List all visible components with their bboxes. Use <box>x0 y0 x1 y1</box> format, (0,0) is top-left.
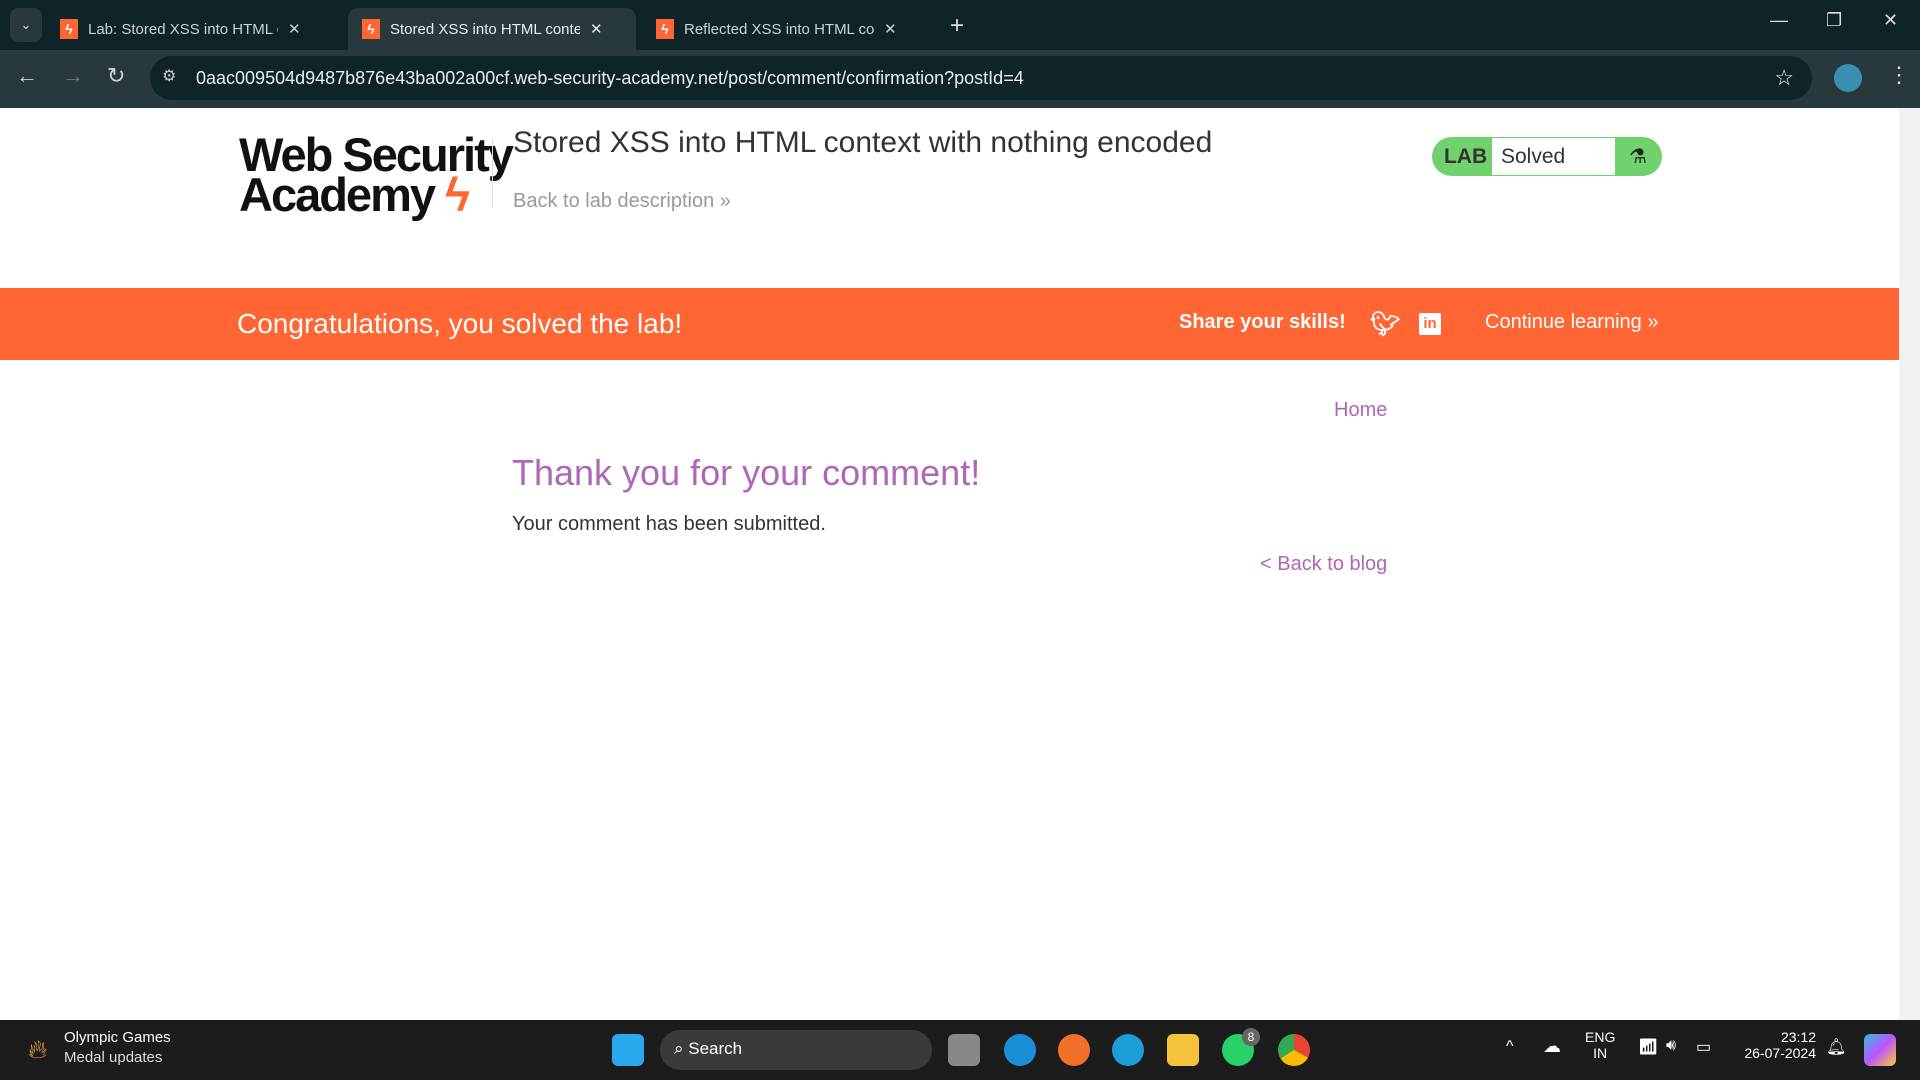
chevron-double-right-icon: » <box>719 190 731 212</box>
notification-bell-icon[interactable]: 🔔︎ <box>1826 1037 1846 1057</box>
home-link[interactable]: Home <box>1334 399 1387 422</box>
solved-banner: Congratulations, you solved the lab! Sha… <box>0 288 1899 360</box>
taskbar: 🔥︎ Olympic Games Medal updates ⌕ Search … <box>0 1020 1920 1080</box>
chevron-up-icon[interactable]: ^ <box>1506 1038 1514 1056</box>
profile-avatar[interactable] <box>1834 64 1862 92</box>
restore-button[interactable]: ❐ <box>1826 10 1842 31</box>
lab-title: Stored XSS into HTML context with nothin… <box>513 126 1213 159</box>
menu-icon[interactable]: ⋮ <box>1888 62 1910 88</box>
site-info-icon[interactable]: ⚙ <box>162 66 176 86</box>
tab-lab-description[interactable]: ϟLab: Stored XSS into HTML cont✕ <box>46 8 315 50</box>
reload-icon[interactable]: ↻ <box>107 63 125 89</box>
clock[interactable]: 23:12 26-07-2024 <box>1738 1029 1816 1061</box>
close-tab-icon[interactable]: ✕ <box>884 20 897 38</box>
task-view-icon[interactable] <box>948 1034 980 1066</box>
chrome-icon[interactable] <box>1278 1034 1310 1066</box>
linkedin-icon[interactable]: in <box>1419 313 1441 335</box>
copilot-icon[interactable] <box>1864 1034 1896 1066</box>
close-tab-icon[interactable]: ✕ <box>590 20 603 38</box>
tab-list-button[interactable]: ⌄ <box>10 8 42 42</box>
battery-icon[interactable]: ▭ <box>1696 1037 1711 1057</box>
tab-bar: ⌄ ϟLab: Stored XSS into HTML cont✕ ϟStor… <box>0 0 1920 50</box>
bookmark-star-icon[interactable]: ☆ <box>1774 65 1794 91</box>
torch-icon: 🔥︎ <box>28 1034 48 1064</box>
file-explorer-icon[interactable] <box>1167 1034 1199 1066</box>
page: Web Security Academy ϟ Stored XSS into HT… <box>0 108 1899 1020</box>
notification-badge: 8 <box>1242 1028 1260 1046</box>
onedrive-icon[interactable]: ☁ <box>1543 1036 1561 1057</box>
widget-title[interactable]: Olympic Games <box>64 1029 171 1046</box>
tab-reflected[interactable]: ϟReflected XSS into HTML contex✕ <box>642 8 911 50</box>
scrollbar[interactable] <box>1899 108 1920 1020</box>
twitter-icon[interactable]: 🐦︎ <box>1370 310 1400 339</box>
lab-status-badge: LAB Solved ⚗ <box>1432 137 1662 176</box>
tab-active[interactable]: ϟStored XSS into HTML context w✕ <box>348 8 636 50</box>
favicon-icon: ϟ <box>60 19 78 39</box>
back-to-lab-description-link[interactable]: Back to lab description » <box>513 190 731 213</box>
submitted-message: Your comment has been submitted. <box>512 513 826 535</box>
search-icon: ⌕ <box>674 1039 684 1058</box>
web-security-academy-logo[interactable]: Web Security Academy ϟ <box>239 131 514 218</box>
congratulations-text: Congratulations, you solved the lab! <box>237 308 683 339</box>
whatsapp-icon[interactable]: 8 <box>1222 1028 1260 1066</box>
url-input[interactable]: ⚙ 0aac009504d9487b876e43ba002a00cf.web-s… <box>150 56 1812 100</box>
favicon-icon: ϟ <box>656 19 674 39</box>
help-app-icon[interactable] <box>1004 1034 1036 1066</box>
back-to-blog-link[interactable]: < Back to blog <box>1260 553 1387 576</box>
divider <box>492 138 493 208</box>
share-label: Share your skills! <box>1179 311 1346 333</box>
close-tab-icon[interactable]: ✕ <box>288 20 301 38</box>
flask-check-icon: ⚗ <box>1629 146 1647 168</box>
close-window-button[interactable]: ✕ <box>1883 10 1898 31</box>
language-indicator[interactable]: ENG IN <box>1585 1029 1615 1061</box>
address-bar-row: ← → ↻ ⚙ 0aac009504d9487b876e43ba002a00cf… <box>0 50 1920 108</box>
volume-icon[interactable]: 🔊︎ <box>1666 1037 1676 1055</box>
minimize-button[interactable]: — <box>1770 10 1788 31</box>
firefox-icon[interactable] <box>1058 1034 1090 1066</box>
new-tab-button[interactable]: + <box>950 12 964 40</box>
continue-learning-link[interactable]: Continue learning » <box>1485 311 1658 334</box>
widget-subtitle[interactable]: Medal updates <box>64 1049 162 1066</box>
forward-icon[interactable]: → <box>62 63 84 89</box>
windows-start-icon[interactable] <box>612 1034 644 1066</box>
favicon-icon: ϟ <box>362 19 380 39</box>
wifi-icon[interactable]: 📶︎ <box>1638 1037 1658 1057</box>
edge-icon[interactable] <box>1112 1034 1144 1066</box>
thank-you-heading: Thank you for your comment! <box>512 452 981 493</box>
back-icon[interactable]: ← <box>16 63 38 89</box>
search-box[interactable]: ⌕ Search <box>660 1030 932 1070</box>
